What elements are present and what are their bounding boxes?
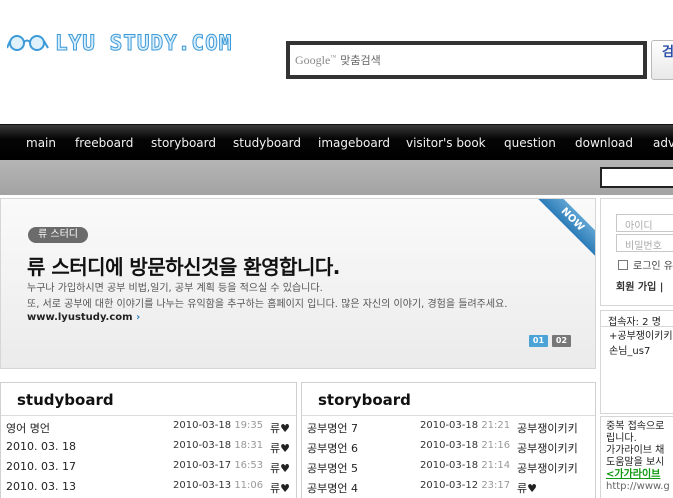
notice-line: 립니다.	[606, 433, 637, 444]
divider	[1, 415, 296, 416]
table-row[interactable]: 공부명언 6 2010-03-18 21:16 공부쟁이키키	[307, 437, 591, 457]
divider	[302, 415, 595, 416]
post-date: 2010-03-12 23:17	[420, 480, 511, 491]
page: LYU STUDY.COM Google™ 맞춤검색 검 main freebo…	[0, 0, 673, 498]
id-field[interactable]: 아이디	[616, 214, 673, 232]
nav-visitors-book[interactable]: visitor's book	[406, 136, 486, 150]
table-row[interactable]: 2010. 03. 13 2010-03-13 11:06 류♥	[6, 477, 292, 497]
search-placeholder: 맞춤검색	[340, 54, 381, 67]
post-title[interactable]: 2010. 03. 18	[6, 440, 76, 453]
post-author: 공부쟁이키키	[517, 442, 578, 455]
sub-search-input[interactable]	[600, 167, 673, 188]
post-date: 2010-03-18 21:21	[420, 420, 511, 431]
login-panel: 아이디 비밀번호 로그인 유 회원 가입 |	[600, 198, 673, 306]
gagalive-link[interactable]: <가가라이브	[606, 469, 673, 481]
post-date: 2010-03-17 16:53	[173, 460, 264, 471]
search-input[interactable]: Google™ 맞춤검색	[286, 41, 647, 79]
online-user[interactable]: +공부쟁이키키	[601, 329, 673, 344]
online-user[interactable]: 손님_us7	[601, 344, 673, 359]
post-author: 류♥	[270, 482, 290, 495]
post-author: 류♥	[517, 482, 537, 495]
welcome-banner: 류 스터디 류 스터디에 방문하신것을 환영합니다. 누구나 가입하시면 공부 …	[0, 198, 596, 369]
post-date: 2010-03-18 18:31	[173, 440, 264, 451]
table-row[interactable]: 2010. 03. 18 2010-03-18 18:31 류♥	[6, 437, 292, 457]
remember-label: 로그인 유	[633, 261, 673, 272]
nav-main[interactable]: main	[26, 136, 56, 150]
post-date: 2010-03-13 11:06	[173, 480, 264, 491]
nav-adv[interactable]: adv	[653, 136, 673, 150]
banner-desc-line: 또, 서로 공부에 대한 이야기를 나누는 유익함을 추구하는 홈페이지 입니다…	[27, 299, 508, 310]
post-author: 공부쟁이키키	[517, 422, 578, 435]
post-author: 류♥	[270, 442, 290, 455]
banner-badge: 류 스터디	[28, 227, 88, 243]
chevron-right-icon: ›	[136, 312, 141, 323]
storyboard-title[interactable]: storyboard	[318, 391, 411, 409]
join-link[interactable]: 회원 가입 |	[616, 278, 663, 293]
notice-url[interactable]: http://www.g	[606, 481, 673, 493]
banner-link[interactable]: www.lyustudy.com ›	[27, 312, 140, 323]
studyboard-title[interactable]: studyboard	[17, 391, 114, 409]
storyboard-panel: storyboard 공부명언 7 2010-03-18 21:21 공부쟁이키…	[301, 382, 596, 498]
post-author: 류♥	[270, 422, 290, 435]
post-title[interactable]: 공부명언 6	[307, 440, 358, 456]
post-date: 2010-03-18 21:14	[420, 460, 511, 471]
google-logo: Google™	[295, 52, 337, 67]
banner-desc-line: 누구나 가입하시면 공부 비법,일기, 공부 계획 등을 적으실 수 있습니다.	[27, 283, 323, 294]
studyboard-panel: studyboard 영어 명언 2010-03-18 19:35 류♥ 201…	[0, 382, 297, 498]
sub-bar	[0, 160, 673, 195]
table-row[interactable]: 공부명언 7 2010-03-18 21:21 공부쟁이키키	[307, 417, 591, 437]
post-title[interactable]: 공부명언 4	[307, 480, 358, 496]
post-date: 2010-03-18 19:35	[173, 420, 264, 431]
table-row[interactable]: 2010. 03. 17 2010-03-17 16:53 류♥	[6, 457, 292, 477]
main-nav: main freeboard storyboard studyboard ima…	[0, 124, 673, 160]
logo-text: LYU STUDY.COM	[54, 31, 233, 56]
post-title[interactable]: 영어 명언	[6, 420, 50, 436]
nav-studyboard[interactable]: studyboard	[233, 136, 301, 150]
notice-line: 도움말을 보시	[606, 457, 665, 468]
post-author: 공부쟁이키키	[517, 462, 578, 475]
table-row[interactable]: 영어 명언 2010-03-18 19:35 류♥	[6, 417, 292, 437]
table-row[interactable]: 공부명언 4 2010-03-12 23:17 류♥	[307, 477, 591, 497]
remember-checkbox[interactable]	[618, 259, 628, 270]
table-row[interactable]: 공부명언 5 2010-03-18 21:14 공부쟁이키키	[307, 457, 591, 477]
online-count: 접속자: 2 명	[601, 311, 673, 328]
glasses-icon	[7, 35, 49, 51]
banner-page-01[interactable]: 01	[529, 335, 548, 347]
notice-line: 가가라이브 채	[606, 445, 665, 456]
site-logo[interactable]: LYU STUDY.COM	[7, 31, 242, 56]
nav-download[interactable]: download	[575, 136, 633, 150]
banner-page-02[interactable]: 02	[552, 335, 571, 347]
notice-line: 중복 접속으로	[606, 421, 665, 432]
post-date: 2010-03-18 21:16	[420, 440, 511, 451]
nav-question[interactable]: question	[504, 136, 556, 150]
nav-freeboard[interactable]: freeboard	[75, 136, 133, 150]
remember-login[interactable]: 로그인 유	[618, 257, 673, 272]
nav-storyboard[interactable]: storyboard	[151, 136, 216, 150]
password-field[interactable]: 비밀번호	[616, 234, 673, 252]
nav-imageboard[interactable]: imageboard	[318, 136, 390, 150]
now-ribbon: NOW	[530, 199, 595, 262]
post-title[interactable]: 공부명언 7	[307, 420, 358, 436]
post-title[interactable]: 공부명언 5	[307, 460, 358, 476]
online-users-panel: 접속자: 2 명 +공부쟁이키키 손님_us7	[600, 310, 673, 414]
banner-title: 류 스터디에 방문하신것을 환영합니다.	[27, 255, 340, 279]
search-button[interactable]: 검	[651, 40, 673, 80]
post-title[interactable]: 2010. 03. 13	[6, 480, 76, 493]
chat-notice-panel: 중복 접속으로 립니다. 가가라이브 채 도움말을 보시 <가가라이브 http…	[600, 416, 673, 498]
post-author: 류♥	[270, 462, 290, 475]
post-title[interactable]: 2010. 03. 17	[6, 460, 76, 473]
